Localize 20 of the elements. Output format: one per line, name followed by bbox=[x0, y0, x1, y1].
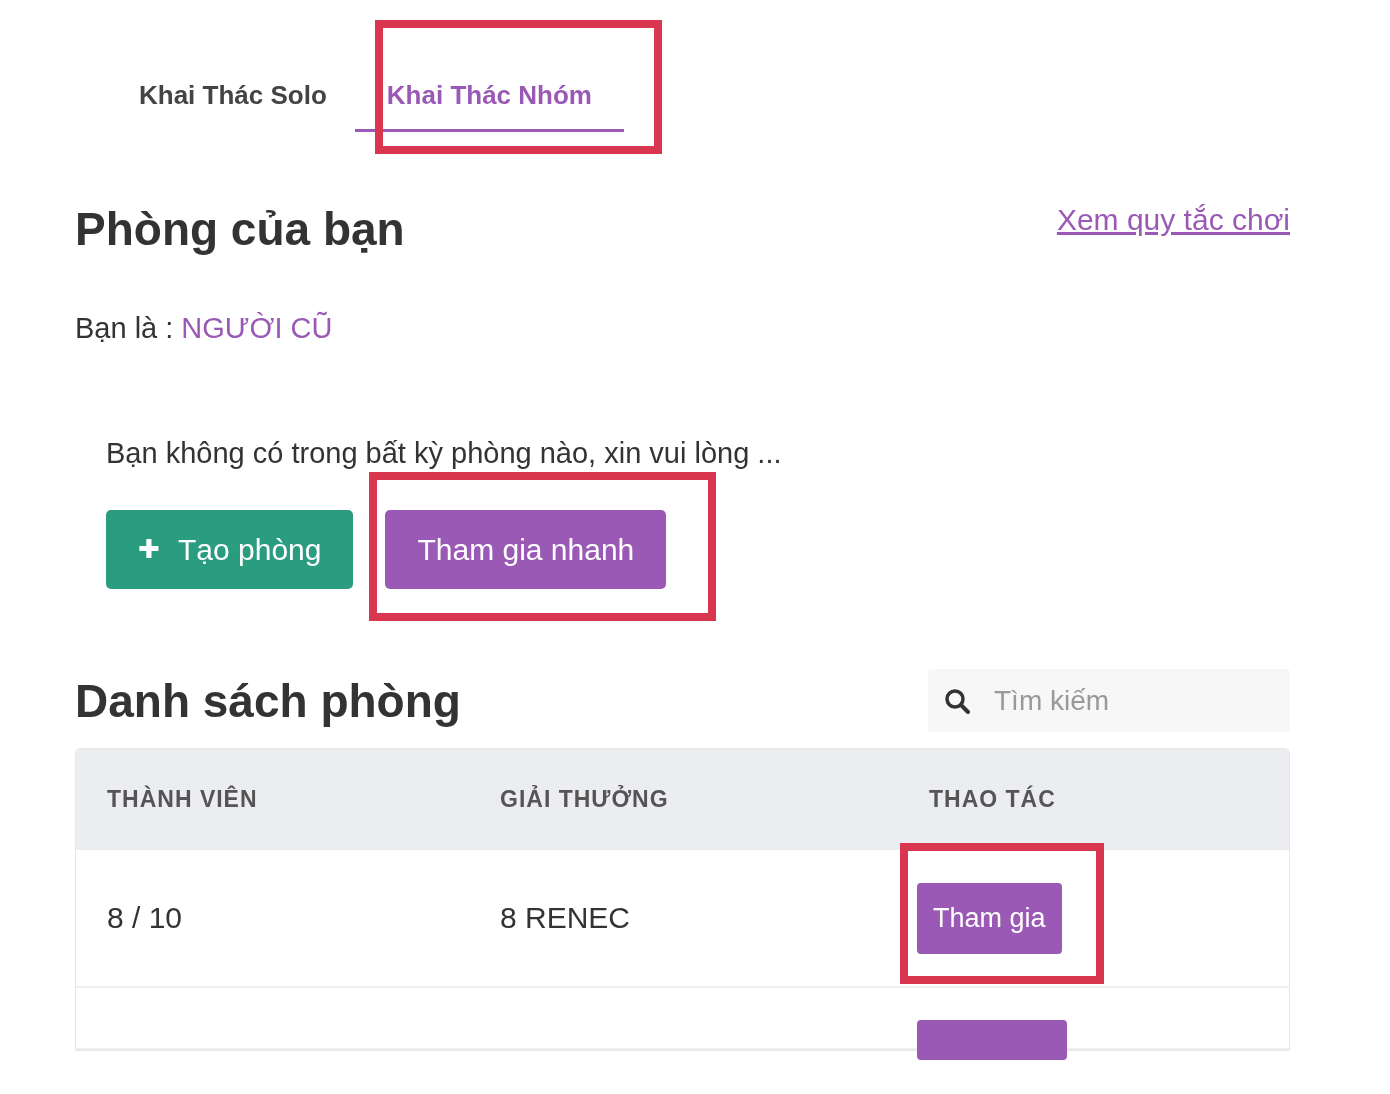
role-value: NGƯỜI CŨ bbox=[181, 312, 333, 345]
search-icon bbox=[944, 687, 970, 714]
table-cell-text: 8 / 10 bbox=[107, 901, 184, 935]
column-header: GIẢI THƯỞNG bbox=[500, 786, 670, 813]
section-title: Phòng của bạn bbox=[75, 202, 405, 256]
empty-message: Bạn không có trong bất kỳ phòng nào, xin vui lòng ... bbox=[106, 437, 783, 470]
join-button[interactable]: Tham gia bbox=[917, 882, 1062, 954]
table-cell-text: 8 RENEC bbox=[500, 901, 632, 935]
column-header: THÀNH VIÊN bbox=[107, 786, 259, 813]
rules-link[interactable]: Xem quy tắc chơi bbox=[1056, 203, 1290, 237]
create-room-button[interactable]: ✚ Tạo phòng bbox=[106, 510, 354, 589]
quick-join-button[interactable]: Tham gia nhanh bbox=[385, 510, 667, 589]
column-header: THAO TÁC bbox=[929, 786, 1057, 813]
join-button[interactable] bbox=[917, 1020, 1067, 1060]
section-title: Danh sách phòng bbox=[75, 673, 461, 728]
search-field[interactable]: Tìm kiếm bbox=[992, 683, 1256, 718]
search-bar[interactable]: Tìm kiếm bbox=[928, 669, 1290, 732]
role-label: Bạn là : bbox=[75, 312, 174, 345]
tab[interactable]: Khai Thác Nhóm bbox=[354, 70, 624, 132]
tab[interactable]: Khai Thác Solo bbox=[137, 70, 329, 132]
